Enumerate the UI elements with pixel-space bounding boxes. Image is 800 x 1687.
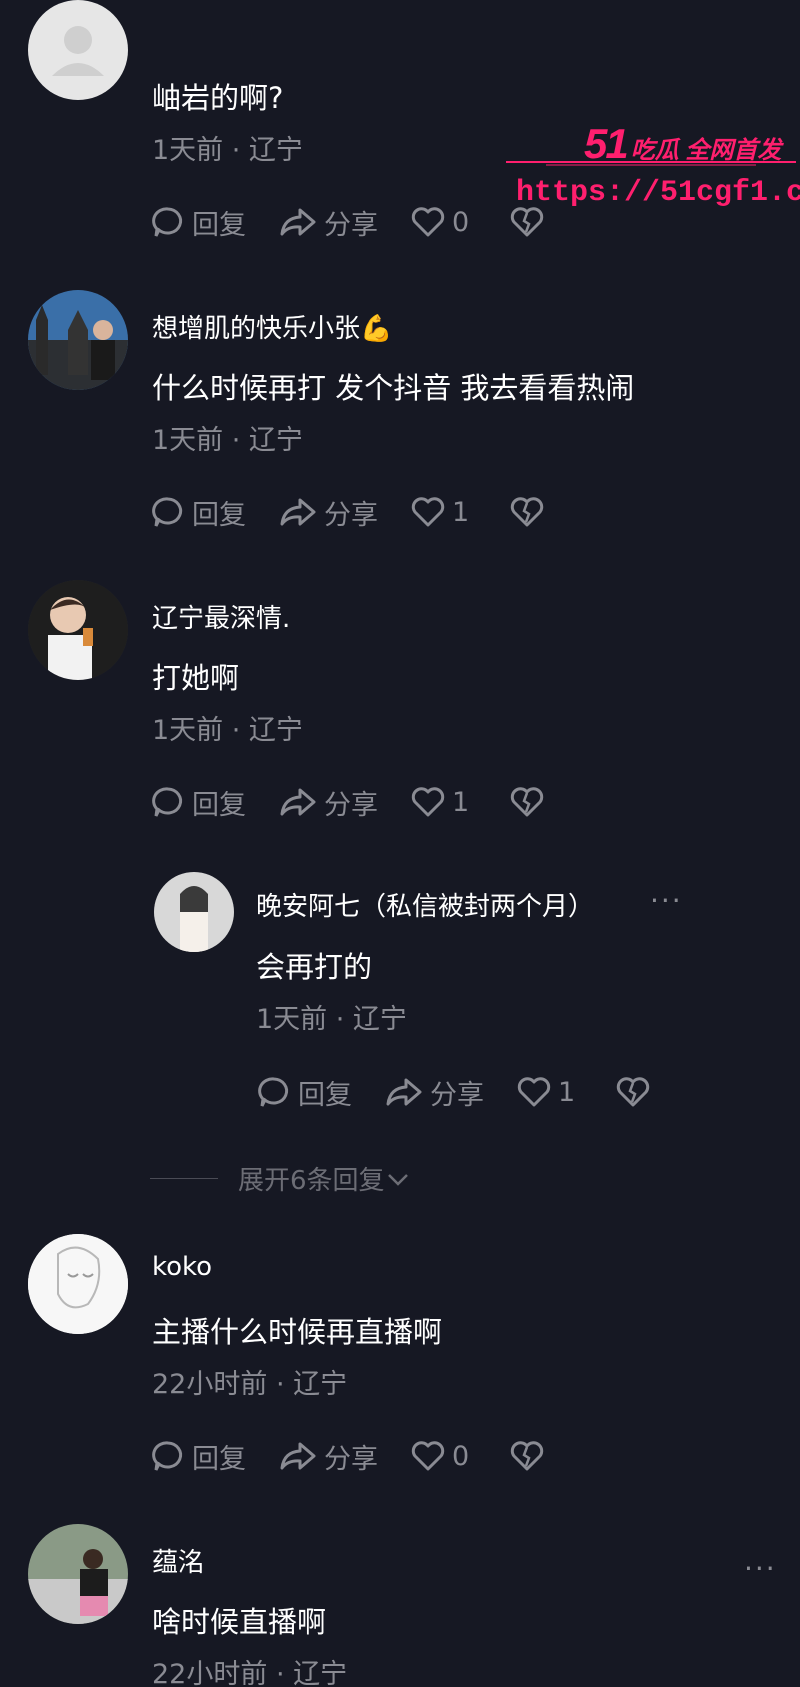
comment-actions: 回复 分享 1 <box>256 1070 689 1114</box>
reply-icon <box>152 497 183 527</box>
reply-icon <box>152 1441 183 1471</box>
comment-text: 主播什么时候再直播啊 <box>152 1315 443 1349</box>
share-icon <box>280 208 316 236</box>
reply-icon <box>152 207 183 237</box>
default-avatar-icon <box>52 26 104 76</box>
like-button[interactable]: 1 <box>410 786 469 818</box>
user-name[interactable]: 想增肌的快乐小张💪 <box>152 308 392 345</box>
share-icon <box>386 1078 422 1106</box>
comment-actions: 回复 分享 1 <box>150 490 583 534</box>
avatar[interactable] <box>28 1234 128 1334</box>
like-button[interactable]: 1 <box>516 1076 575 1108</box>
avatar[interactable] <box>28 1524 128 1624</box>
comment-text: 会再打的 <box>256 950 373 984</box>
reply-label: 回复 <box>298 1079 352 1111</box>
comment-text: 打她啊 <box>152 661 240 695</box>
dislike-button[interactable] <box>509 496 551 528</box>
like-button[interactable]: 0 <box>410 206 469 238</box>
dislike-button[interactable] <box>509 206 551 238</box>
watermark-decoration <box>506 161 796 166</box>
comment-actions: 回复 分享 0 <box>150 1434 583 1478</box>
share-icon <box>280 498 316 526</box>
comment-text: 什么时候再打 发个抖音 我去看看热闹 <box>152 371 635 405</box>
user-photo-icon <box>28 580 128 680</box>
reply-button[interactable]: 回复 <box>150 203 246 242</box>
share-button[interactable]: 分享 <box>278 783 378 822</box>
share-button[interactable]: 分享 <box>278 1437 378 1476</box>
broken-heart-icon <box>617 1077 650 1107</box>
expand-replies-label: 展开6条回复 <box>238 1166 385 1196</box>
like-button[interactable]: 1 <box>410 496 469 528</box>
avatar[interactable] <box>154 872 234 952</box>
broken-heart-icon <box>511 497 544 527</box>
like-button[interactable]: 0 <box>410 1440 469 1472</box>
dislike-button[interactable] <box>509 786 551 818</box>
comment-meta: 22小时前 · 辽宁 <box>152 1369 348 1400</box>
reply-icon <box>152 787 183 817</box>
watermark-url: https://51cgf1.com <box>516 176 800 210</box>
reply-icon <box>258 1077 289 1107</box>
comment-meta: 1天前 · 辽宁 <box>152 135 303 166</box>
reply-button[interactable]: 回复 <box>256 1073 352 1112</box>
share-icon <box>280 1442 316 1470</box>
broken-heart-icon <box>511 1441 544 1471</box>
share-button[interactable]: 分享 <box>278 203 378 242</box>
heart-icon <box>411 497 445 527</box>
reply-button[interactable]: 回复 <box>150 1437 246 1476</box>
user-photo-icon <box>28 290 128 390</box>
more-options-button[interactable]: ··· <box>744 1552 777 1585</box>
reply-button[interactable]: 回复 <box>150 493 246 532</box>
share-label: 分享 <box>324 209 378 241</box>
heart-icon <box>411 1441 445 1471</box>
reply-label: 回复 <box>192 1443 246 1475</box>
share-button[interactable]: 分享 <box>278 493 378 532</box>
comment-meta: 1天前 · 辽宁 <box>152 715 303 746</box>
heart-icon <box>517 1077 551 1107</box>
like-count: 1 <box>558 1076 576 1108</box>
reply-button[interactable]: 回复 <box>150 783 246 822</box>
share-label: 分享 <box>430 1079 484 1111</box>
broken-heart-icon <box>511 787 544 817</box>
like-count: 0 <box>452 206 470 238</box>
heart-icon <box>411 207 445 237</box>
user-name[interactable]: 辽宁最深情. <box>152 598 290 635</box>
expand-replies-button[interactable]: 展开6条回复 <box>150 1160 411 1197</box>
user-photo-icon <box>28 1524 128 1624</box>
avatar[interactable] <box>28 580 128 680</box>
chevron-down-icon <box>387 1173 408 1186</box>
dislike-button[interactable] <box>615 1076 657 1108</box>
comment-meta: 1天前 · 辽宁 <box>152 425 303 456</box>
heart-icon <box>411 787 445 817</box>
comment-meta: 1天前 · 辽宁 <box>256 1004 407 1035</box>
comment-text: 岫岩的啊? <box>152 81 284 115</box>
broken-heart-icon <box>511 207 544 237</box>
user-name[interactable]: 蕴洺 <box>152 1542 204 1579</box>
divider-line <box>150 1178 218 1179</box>
reply-label: 回复 <box>192 789 246 821</box>
user-name[interactable]: koko <box>152 1252 212 1282</box>
dislike-button[interactable] <box>509 1440 551 1472</box>
share-label: 分享 <box>324 789 378 821</box>
like-count: 1 <box>452 786 470 818</box>
comment-meta: 22小时前 · 辽宁 <box>152 1659 348 1687</box>
user-photo-icon <box>28 1234 128 1334</box>
share-icon <box>280 788 316 816</box>
like-count: 0 <box>452 1440 470 1472</box>
user-name[interactable]: 晚安阿七（私信被封两个月） <box>256 886 594 923</box>
like-count: 1 <box>452 496 470 528</box>
comment-actions: 回复 分享 1 <box>150 780 583 824</box>
more-options-button[interactable]: ··· <box>650 884 683 917</box>
reply-label: 回复 <box>192 209 246 241</box>
comment-list: 岫岩的啊? 1天前 · 辽宁 回复 分享 0 51 吃瓜 全网首发 https:… <box>0 0 800 1687</box>
avatar[interactable] <box>28 290 128 390</box>
share-label: 分享 <box>324 1443 378 1475</box>
avatar[interactable] <box>28 0 128 100</box>
comment-text: 啥时候直播啊 <box>152 1605 327 1639</box>
share-label: 分享 <box>324 499 378 531</box>
user-photo-icon <box>154 872 234 952</box>
share-button[interactable]: 分享 <box>384 1073 484 1112</box>
reply-label: 回复 <box>192 499 246 531</box>
